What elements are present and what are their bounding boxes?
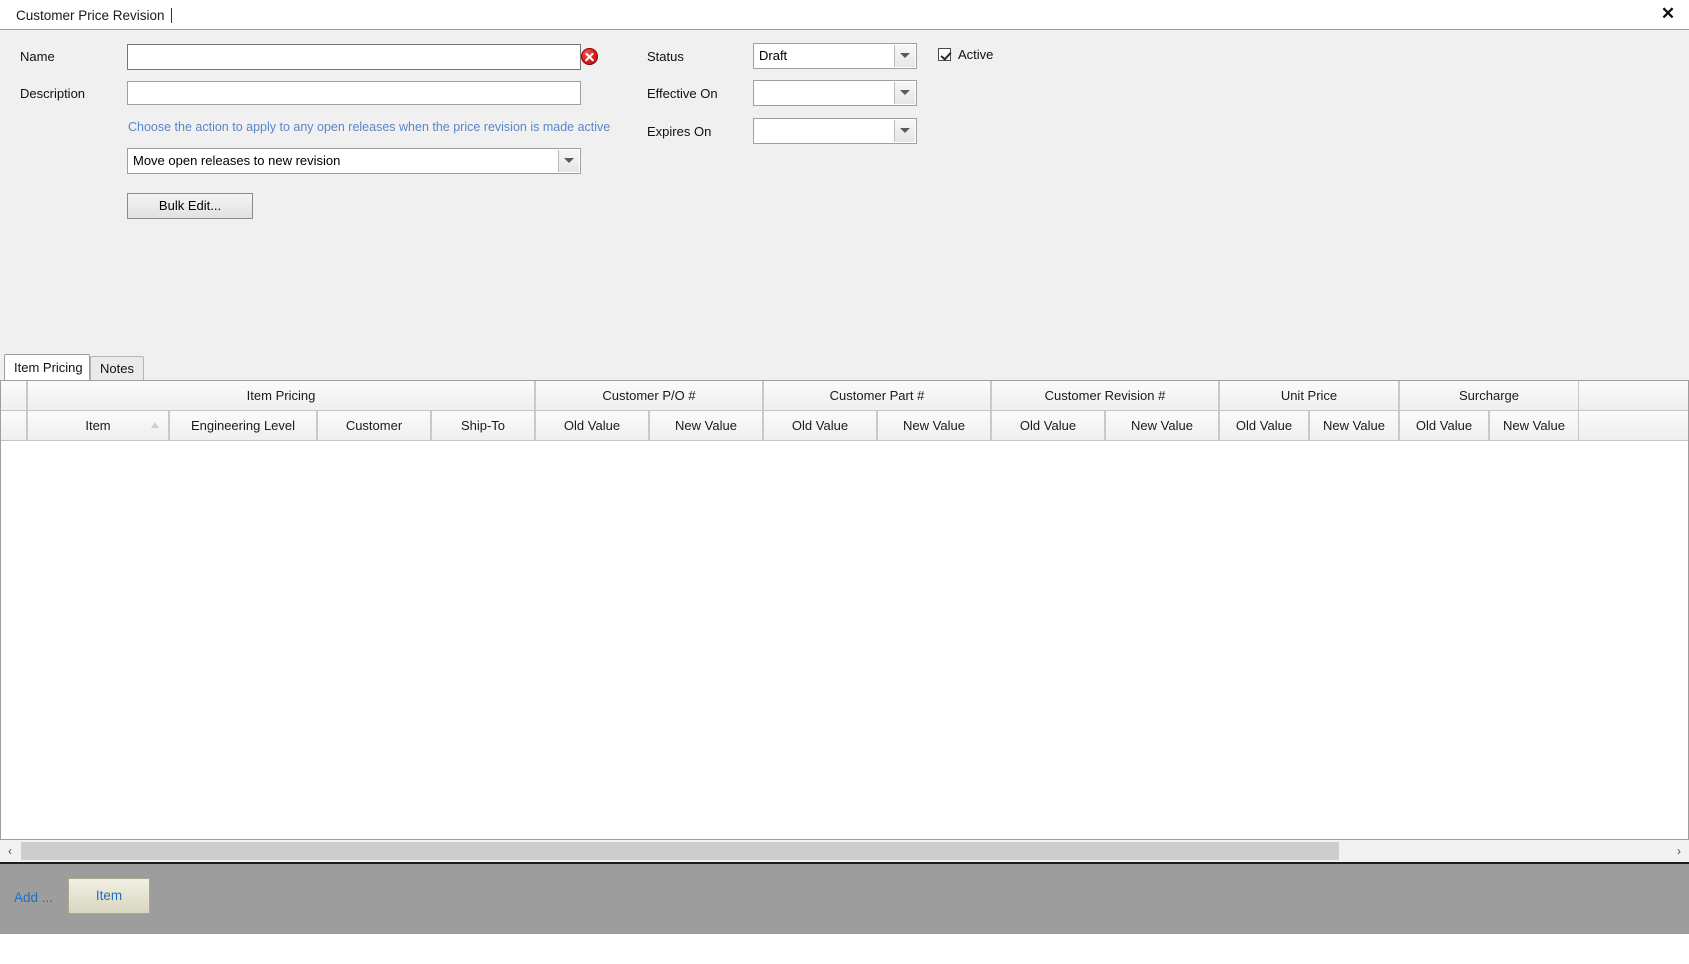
add-item-button[interactable]: Item [68,878,150,914]
description-input[interactable] [127,81,581,105]
window-title-strip: Customer Price Revision ✕ [0,0,1689,30]
open-release-action-combobox[interactable]: Move open releases to new revision [127,148,581,174]
status-value: Draft [759,48,788,63]
chevron-down-icon[interactable] [894,120,915,142]
open-release-hint-text: Choose the action to apply to any open r… [128,120,611,134]
text-caret [170,8,172,23]
status-combobox[interactable]: Draft [753,43,917,69]
sort-ascending-icon [151,422,159,428]
bulk-edit-button[interactable]: Bulk Edit... [127,193,253,219]
expires-on-datepicker[interactable] [753,118,917,144]
grid-column-header-old-value[interactable]: Old Value [535,411,649,440]
active-checkbox[interactable]: Active [938,47,993,62]
effective-on-datepicker[interactable] [753,80,917,106]
grid-column-header-new-value[interactable]: New Value [1105,411,1219,440]
grid-group-header-customer-p-o[interactable]: Customer P/O # [535,381,763,410]
close-icon[interactable]: ✕ [1655,1,1681,27]
grid-column-header-row: Item Engineering Level Customer Ship-To Old … [1,411,1688,441]
add-action-bar: Add ... Item [0,862,1689,934]
name-label: Name [20,49,55,64]
grid-column-header-label: Old Value [1415,418,1473,433]
grid-column-header-label: Old Value [563,418,621,433]
grid-column-header-ship-to[interactable]: Ship-To [431,411,535,440]
scrollbar-thumb[interactable] [21,842,1339,860]
error-icon[interactable] [581,48,598,65]
name-input[interactable] [127,44,581,70]
grid-column-header-label: Old Value [1019,418,1077,433]
grid-column-header-label: New Value [903,418,965,433]
grid-column-header-label: Old Value [791,418,849,433]
grid-column-header-corner [1,411,27,440]
item-pricing-grid: Item Pricing Customer P/O # Customer Part … [0,380,1689,840]
expires-on-label: Expires On [647,124,712,139]
open-release-action-value: Move open releases to new revision [133,153,341,168]
document-tab-label: Customer Price Revision [16,8,165,23]
grid-column-header-engineering-level[interactable]: Engineering Level [169,411,317,440]
chevron-down-icon[interactable] [894,45,915,67]
grid-column-header-old-value[interactable]: Old Value [763,411,877,440]
grid-group-header-surcharge[interactable]: Surcharge [1399,381,1579,410]
price-revision-form-panel: Name Description Choose the action to ap… [0,30,1689,354]
grid-body-empty[interactable] [1,441,1688,839]
add-label[interactable]: Add ... [14,890,53,905]
grid-column-header-label: Engineering Level [190,418,296,433]
checkmark-icon [938,48,951,61]
grid-column-header-label: New Value [1503,418,1565,433]
effective-on-label: Effective On [647,86,718,101]
grid-column-header-label: New Value [1131,418,1193,433]
status-label: Status [647,49,684,64]
document-tab-customer-price-revision[interactable]: Customer Price Revision [8,4,182,29]
scroll-right-arrow-icon[interactable]: › [1669,840,1689,862]
grid-column-header-label: Customer [345,418,403,433]
tab-item-pricing[interactable]: Item Pricing [4,354,90,380]
grid-column-header-label: Old Value [1235,418,1293,433]
grid-column-header-customer[interactable]: Customer [317,411,431,440]
detail-tab-strip: Item Pricing Notes [0,354,1689,380]
grid-column-header-item[interactable]: Item [27,411,169,440]
grid-column-header-label: New Value [1323,418,1385,433]
grid-column-header-new-value[interactable]: New Value [649,411,763,440]
grid-group-header-customer-revision[interactable]: Customer Revision # [991,381,1219,410]
active-checkbox-label: Active [958,47,994,62]
grid-column-header-new-value[interactable]: New Value [1309,411,1399,440]
grid-group-header-row: Item Pricing Customer P/O # Customer Part … [1,381,1688,411]
grid-group-header-unit-price[interactable]: Unit Price [1219,381,1399,410]
chevron-down-icon[interactable] [894,82,915,104]
grid-column-header-label: Ship-To [460,418,506,433]
grid-column-header-old-value[interactable]: Old Value [1219,411,1309,440]
grid-group-header-corner [1,381,27,410]
description-label: Description [20,86,86,101]
grid-column-header-label: Item [85,418,111,433]
scroll-left-arrow-icon[interactable]: ‹ [0,840,20,862]
tab-notes[interactable]: Notes [90,356,144,380]
grid-column-header-new-value[interactable]: New Value [1489,411,1579,440]
grid-column-header-old-value[interactable]: Old Value [1399,411,1489,440]
chevron-down-icon[interactable] [558,150,579,172]
grid-group-header-customer-part[interactable]: Customer Part # [763,381,991,410]
grid-group-header-item-pricing[interactable]: Item Pricing [27,381,535,410]
grid-column-header-old-value[interactable]: Old Value [991,411,1105,440]
grid-column-header-new-value[interactable]: New Value [877,411,991,440]
footer-strip [0,934,1689,964]
grid-horizontal-scrollbar[interactable]: ‹ › [0,840,1689,862]
grid-column-header-label: New Value [675,418,737,433]
